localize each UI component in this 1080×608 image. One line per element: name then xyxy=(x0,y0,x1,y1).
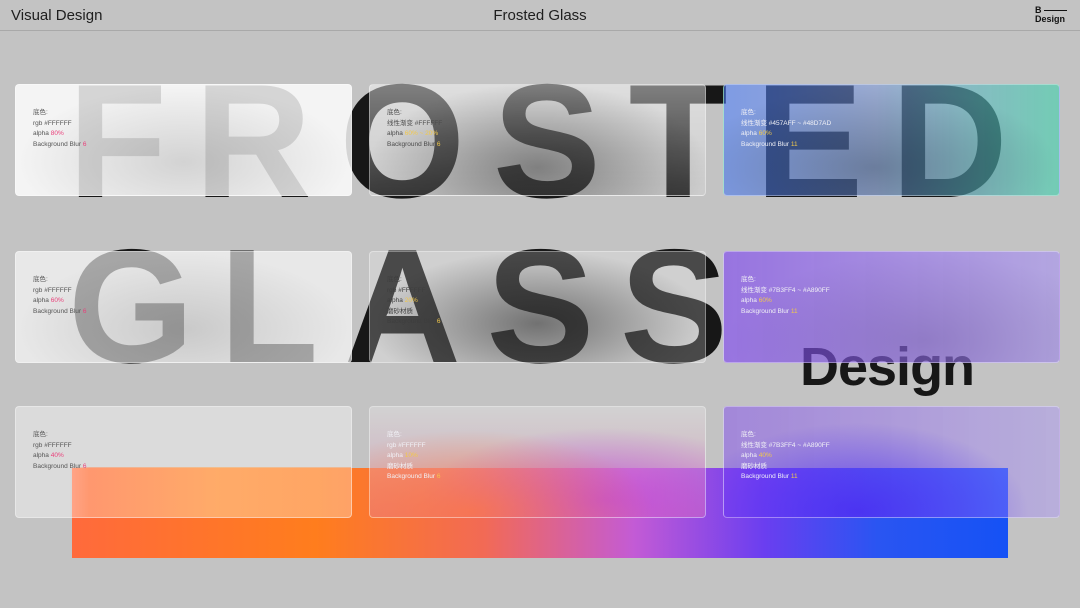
card-specs: 底色: 线性渐变 #457AFF ~ #48D7AD alpha 60% Bac… xyxy=(741,108,831,150)
spec-alpha: alpha 60% xyxy=(741,297,772,304)
spec-label: 底色: xyxy=(741,431,756,438)
blur-value: 6 xyxy=(82,462,87,470)
spec-alpha: alpha 60% ~ 20% xyxy=(387,130,439,137)
spec-blur: Background Blur 11 xyxy=(741,307,798,315)
card-specs: 底色: rgb #FFFFFF alpha 40% Background Blu… xyxy=(33,430,87,472)
spec-material: 磨砂材质 xyxy=(387,307,413,315)
spec-alpha: alpha 10% xyxy=(387,452,418,459)
alpha-value: 40% xyxy=(758,452,772,459)
spec-label: 底色: xyxy=(741,109,756,116)
blur-value: 11 xyxy=(790,140,798,148)
card-backdrop xyxy=(16,467,351,517)
glass-card-blue-green[interactable]: 底色: 线性渐变 #457AFF ~ #48D7AD alpha 60% Bac… xyxy=(723,84,1060,196)
spec-label: 底色: xyxy=(741,276,756,283)
spec-label: 底色: xyxy=(33,276,48,283)
blur-value: 11 xyxy=(790,307,798,315)
blur-value: 6 xyxy=(436,473,441,480)
glass-card-purple-60[interactable]: 底色: 线性渐变 #7B3FF4 ~ #A890FF alpha 60% Bac… xyxy=(723,251,1060,363)
brand-logo[interactable]: B Design xyxy=(1035,6,1067,24)
top-bar: Visual Design Frosted Glass B Design xyxy=(0,0,1080,31)
spec-label: 底色: xyxy=(387,431,402,438)
spec-color: 线性渐变 #7B3FF4 ~ #A890FF xyxy=(741,441,830,449)
spec-label: 底色: xyxy=(387,276,402,283)
alpha-value: 60% ~ 20% xyxy=(404,130,439,137)
glass-card-white-60[interactable]: 底色: rgb #FFFFFF alpha 60% Background Blu… xyxy=(15,251,352,363)
spec-alpha: alpha 80% xyxy=(33,130,64,137)
spec-label: 底色: xyxy=(387,109,402,116)
spec-color: rgb #FFFFFF xyxy=(33,286,72,294)
alpha-value: 20% xyxy=(404,297,418,304)
spec-color: 线性渐变 #457AFF ~ #48D7AD xyxy=(741,119,832,127)
spec-color: 线性渐变 #FFFFFF xyxy=(387,119,443,127)
spec-blur: Background Blur 6 xyxy=(33,462,87,470)
card-specs: 底色: rgb #FFFFFF alpha 60% Background Blu… xyxy=(33,275,87,317)
spec-color: rgb #FFFFFF xyxy=(387,286,426,294)
card-specs: 底色: 线性渐变 #7B3FF4 ~ #A890FF alpha 60% Bac… xyxy=(741,275,830,317)
card-specs: 底色: rgb #FFFFFF alpha 10% 磨砂材质 Backgroun… xyxy=(387,430,441,483)
spec-blur: Background Blur 6 xyxy=(33,307,87,315)
spec-alpha: alpha 40% xyxy=(33,452,64,459)
glass-card-frosted-purple-40[interactable]: 底色: 线性渐变 #7B3FF4 ~ #A890FF alpha 40% 磨砂材… xyxy=(723,406,1060,518)
spec-blur: Background Blur 6 xyxy=(33,140,87,148)
spec-alpha: alpha 20% xyxy=(387,297,418,304)
card-specs: 底色: rgb #FFFFFF alpha 80% Background Blu… xyxy=(33,108,87,150)
glass-card-gradient-white[interactable]: 底色: 线性渐变 #FFFFFF alpha 60% ~ 20% Backgro… xyxy=(369,84,706,196)
spec-label: 底色: xyxy=(33,431,48,438)
glass-card-white-40[interactable]: 底色: rgb #FFFFFF alpha 40% Background Blu… xyxy=(15,406,352,518)
alpha-value: 80% xyxy=(50,130,64,137)
page-title: Frosted Glass xyxy=(493,7,587,24)
spec-blur: Background Blur 6 xyxy=(387,473,441,480)
alpha-value: 60% xyxy=(758,297,772,304)
spec-color: rgb #FFFFFF xyxy=(33,119,72,127)
alpha-value: 60% xyxy=(758,130,772,137)
spec-material: 磨砂材质 xyxy=(387,462,413,470)
spec-alpha: alpha 60% xyxy=(33,297,64,304)
glass-card-frosted-white-10[interactable]: 底色: rgb #FFFFFF alpha 10% 磨砂材质 Backgroun… xyxy=(369,406,706,518)
spec-alpha: alpha 40% xyxy=(741,452,772,459)
card-specs: 底色: 线性渐变 #FFFFFF alpha 60% ~ 20% Backgro… xyxy=(387,108,442,150)
logo-line xyxy=(1043,9,1067,12)
card-specs: 底色: rgb #FFFFFF alpha 20% 磨砂材质 Backgroun… xyxy=(387,275,441,328)
spec-label: 底色: xyxy=(33,109,48,116)
spec-color: rgb #FFFFFF xyxy=(33,441,72,449)
card-specs: 底色: 线性渐变 #7B3FF4 ~ #A890FF alpha 40% 磨砂材… xyxy=(741,430,830,483)
alpha-value: 60% xyxy=(50,297,64,304)
alpha-value: 40% xyxy=(50,452,64,459)
spec-color: rgb #FFFFFF xyxy=(387,441,426,449)
glass-card-white-80[interactable]: 底色: rgb #FFFFFF alpha 80% Background Blu… xyxy=(15,84,352,196)
glass-card-frosted-white-20[interactable]: 底色: rgb #FFFFFF alpha 20% 磨砂材质 Backgroun… xyxy=(369,251,706,363)
blur-value: 6 xyxy=(82,140,87,148)
spec-material: 磨砂材质 xyxy=(741,462,767,470)
logo-word: Design xyxy=(1035,14,1066,24)
spec-color: 线性渐变 #7B3FF4 ~ #A890FF xyxy=(741,286,830,294)
blur-value: 6 xyxy=(82,307,87,315)
blur-value: 11 xyxy=(790,473,798,480)
spec-alpha: alpha 60% xyxy=(741,130,772,137)
spec-blur: Background Blur 6 xyxy=(387,140,441,148)
blur-value: 6 xyxy=(436,318,441,325)
spec-blur: Background Blur 11 xyxy=(741,473,798,480)
blur-value: 6 xyxy=(436,140,441,148)
spec-blur: Background Blur 6 xyxy=(387,318,441,325)
spec-blur: Background Blur 11 xyxy=(741,140,798,148)
alpha-value: 10% xyxy=(404,452,418,459)
